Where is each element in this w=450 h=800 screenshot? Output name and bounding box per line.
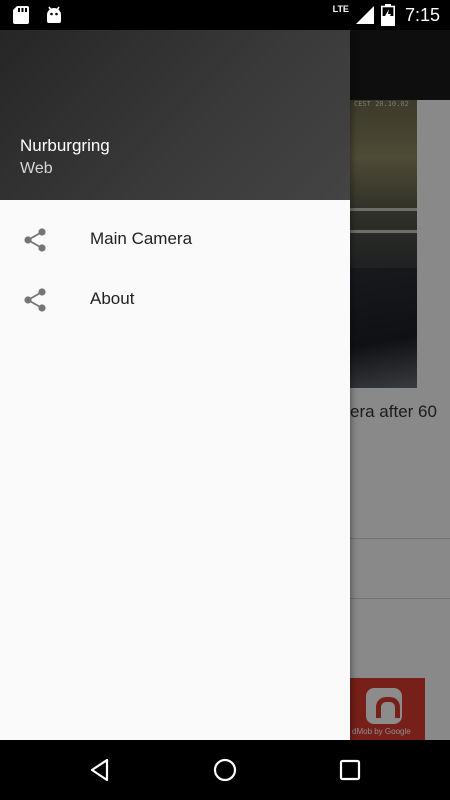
- android-icon: [47, 6, 61, 23]
- status-bar: LTE 7:15: [0, 0, 450, 30]
- network-type-label: LTE: [332, 4, 349, 14]
- battery-charging-icon: [380, 4, 395, 26]
- recents-icon[interactable]: [336, 756, 364, 784]
- navigation-drawer: Nurburgring Web Main Camera About: [0, 30, 350, 740]
- drawer-header: Nurburgring Web: [0, 30, 350, 200]
- share-icon: [24, 228, 46, 252]
- clock: 7:15: [404, 4, 440, 25]
- menu-item-label: About: [90, 289, 135, 308]
- drawer-subtitle: Web: [20, 160, 53, 177]
- menu-item-about[interactable]: About: [0, 270, 350, 330]
- system-nav-bar: [0, 740, 450, 800]
- sd-card-icon: [13, 6, 29, 24]
- menu-item-main-camera[interactable]: Main Camera: [0, 210, 350, 270]
- notification-icons: [12, 5, 64, 25]
- system-icons: LTE 7:15: [333, 0, 440, 30]
- drawer-title: Nurburgring: [20, 136, 110, 155]
- back-icon[interactable]: [86, 756, 114, 784]
- signal-icon: [355, 6, 374, 24]
- share-icon: [24, 288, 46, 312]
- menu-item-label: Main Camera: [90, 229, 193, 248]
- home-icon[interactable]: [211, 756, 239, 784]
